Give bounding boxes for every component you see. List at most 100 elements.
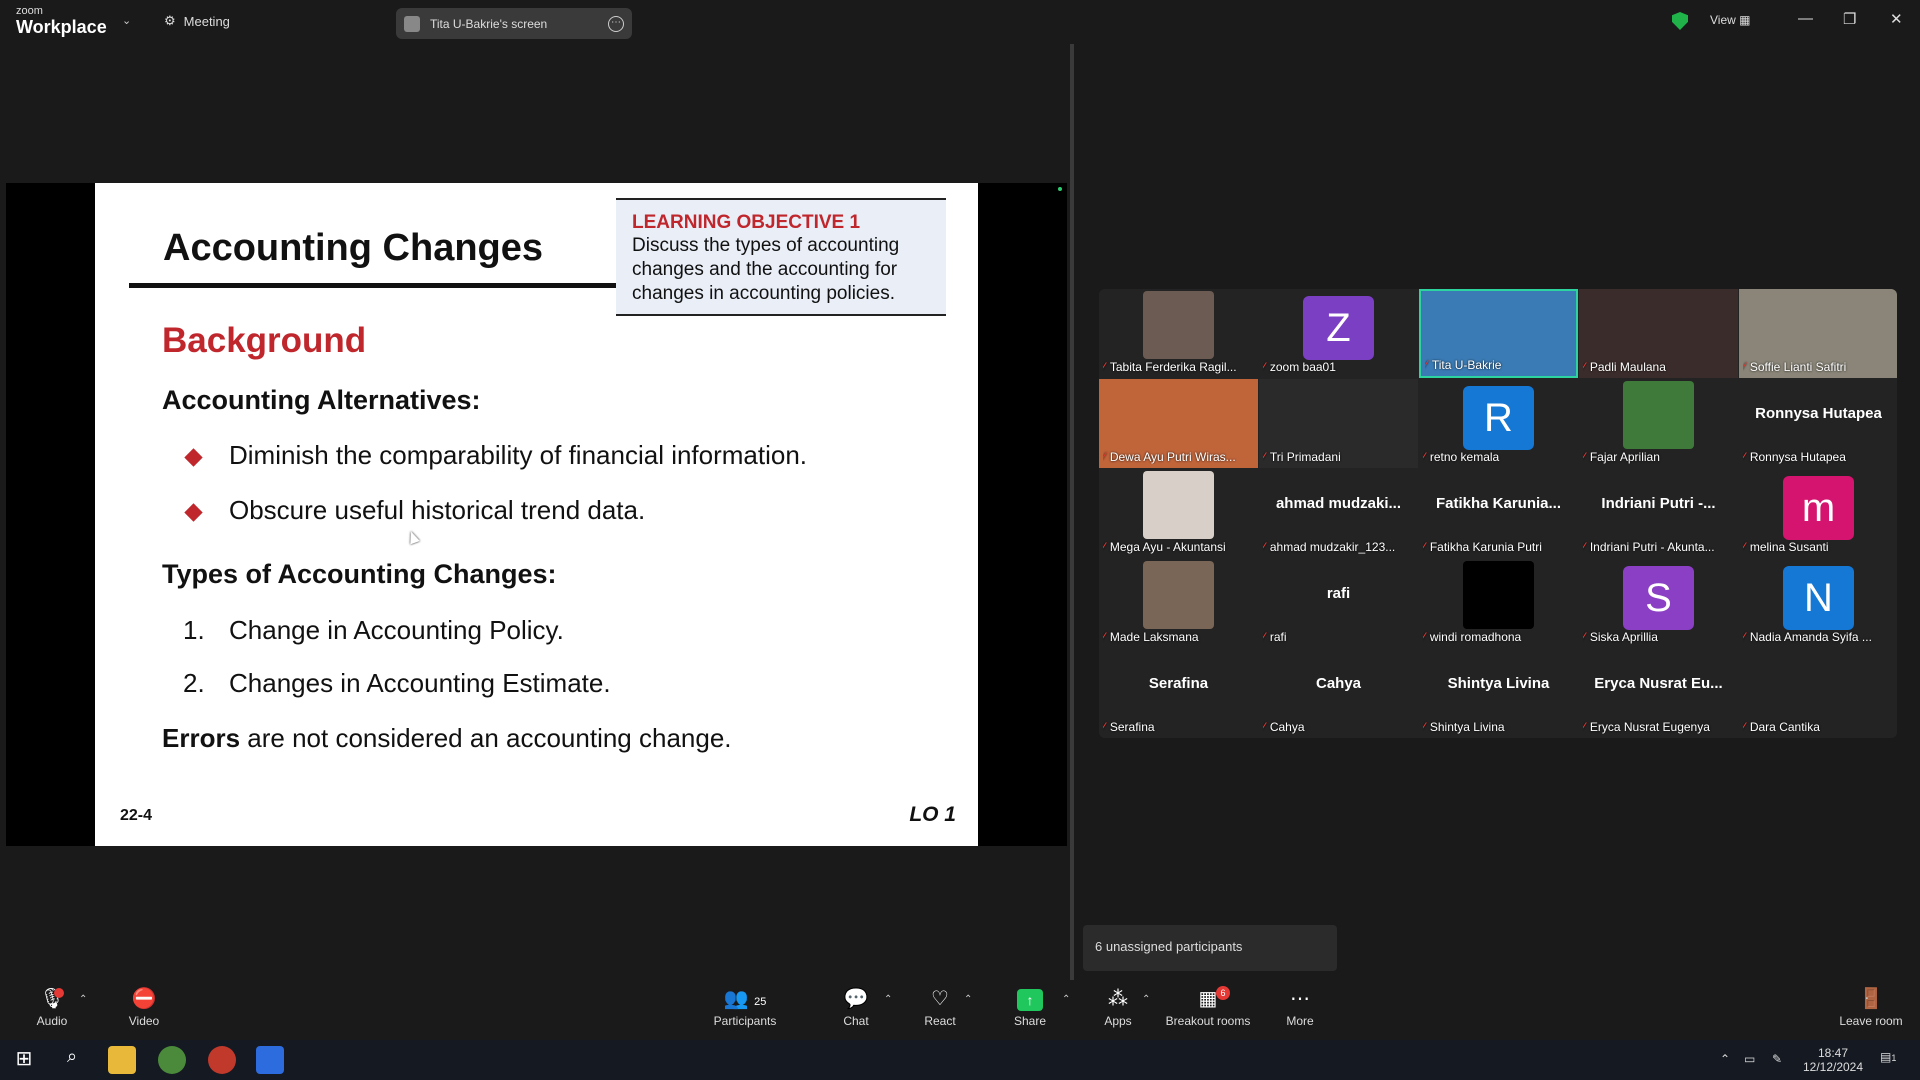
participant-tile[interactable]: m ⁄ melina Susanti bbox=[1739, 469, 1897, 558]
more-options-icon[interactable]: ⋯ bbox=[608, 15, 624, 32]
participant-name-row: ⁄ Fajar Aprilian bbox=[1583, 450, 1736, 464]
meeting-icon: ⚙ bbox=[164, 13, 176, 28]
participant-tile[interactable]: ⁄ Mega Ayu - Akuntansi bbox=[1099, 469, 1258, 558]
audio-button[interactable]: 🎙 Audio bbox=[32, 986, 72, 1028]
meeting-menu[interactable]: ⚙ Meeting bbox=[164, 13, 230, 29]
participant-avatar: R bbox=[1463, 386, 1534, 450]
participant-tile[interactable]: Cahya ⁄ Cahya bbox=[1259, 649, 1418, 738]
clock-time: 18:47 bbox=[1817, 1046, 1849, 1060]
encryption-shield-icon[interactable] bbox=[1672, 12, 1688, 30]
react-options-caret[interactable]: ⌃ bbox=[964, 994, 972, 1005]
windows-start-icon[interactable]: ⊞ bbox=[10, 1046, 38, 1074]
clock[interactable]: 18:47 12/12/2024 bbox=[1798, 1046, 1868, 1074]
microphone-muted-icon: 🎙 bbox=[39, 988, 65, 1010]
mic-muted-icon: ⁄ bbox=[1103, 631, 1105, 643]
mic-muted-icon: ⁄ bbox=[1423, 631, 1425, 643]
chat-button[interactable]: 💬 Chat bbox=[836, 986, 876, 1028]
windows-taskbar: ⊞ ⌕ ⌃ ▭ ✎ 18:47 12/12/2024 ▤1 bbox=[0, 1040, 1920, 1080]
leave-label: Leave room bbox=[1839, 1014, 1903, 1028]
participant-tile[interactable]: S ⁄ Siska Aprillia bbox=[1579, 559, 1738, 648]
participant-name: Dara Cantika bbox=[1749, 720, 1820, 734]
participant-tile[interactable]: R ⁄ retno kemala bbox=[1419, 379, 1578, 468]
participant-tile[interactable]: ⁄ Made Laksmana bbox=[1099, 559, 1258, 648]
participant-tile[interactable]: ⁄ Soffie Lianti Safitri bbox=[1739, 289, 1897, 378]
close-icon[interactable]: ✕ bbox=[1890, 10, 1903, 28]
view-button[interactable]: View ▦ bbox=[1710, 13, 1750, 27]
errors-rest: are not considered an accounting change. bbox=[240, 723, 732, 753]
participant-name-row: ⁄ Dewa Ayu Putri Wiras... bbox=[1103, 450, 1256, 464]
participant-tile[interactable]: ⁄ Tabita Ferderika Ragil... bbox=[1099, 289, 1258, 378]
bullet-item: Diminish the comparability of financial … bbox=[229, 440, 808, 470]
video-button[interactable]: ⛔ Video bbox=[124, 986, 164, 1028]
chevron-down-icon[interactable]: ⌄ bbox=[122, 14, 131, 27]
participant-tile[interactable]: ⁄ Padli Maulana bbox=[1579, 289, 1738, 378]
participant-tile[interactable]: ⁄ Fajar Aprilian bbox=[1579, 379, 1738, 468]
learning-objective-box: LEARNING OBJECTIVE 1 Discuss the types o… bbox=[616, 198, 946, 316]
share-label: Share bbox=[1013, 1014, 1047, 1028]
audio-options-caret[interactable]: ⌃ bbox=[79, 994, 87, 1005]
video-label: Video bbox=[128, 1014, 160, 1028]
react-button[interactable]: ♡ React bbox=[920, 986, 960, 1028]
notifications-icon[interactable]: ▤1 bbox=[1880, 1050, 1896, 1065]
zoom-taskbar-icon[interactable] bbox=[256, 1046, 284, 1074]
file-explorer-icon[interactable] bbox=[108, 1046, 136, 1074]
unassigned-participants-notice[interactable]: 6 unassigned participants bbox=[1083, 925, 1337, 971]
shared-screen-pill[interactable]: Tita U-Bakrie's screen ⋯ bbox=[396, 8, 632, 39]
mic-muted-icon: ⁄ bbox=[1425, 359, 1427, 371]
mic-muted-icon: ⁄ bbox=[1103, 721, 1105, 733]
restore-icon[interactable]: ❐ bbox=[1843, 10, 1856, 28]
breakout-label: Breakout rooms bbox=[1165, 1014, 1251, 1028]
participants-button[interactable]: 👥 25 Participants bbox=[710, 986, 780, 1028]
participant-tile[interactable]: ⁄ Dara Cantika bbox=[1739, 649, 1897, 738]
chrome-icon[interactable] bbox=[158, 1046, 186, 1074]
participant-name-row: ⁄ Serafina bbox=[1103, 720, 1256, 734]
mic-muted-icon: ⁄ bbox=[1263, 721, 1265, 733]
participant-tile[interactable]: ⁄ windi romadhona bbox=[1419, 559, 1578, 648]
lo-text: Discuss the types of accounting changes … bbox=[632, 235, 900, 304]
participant-name: rafi bbox=[1269, 630, 1287, 644]
participant-name-row: ⁄ Nadia Amanda Syifa ... bbox=[1743, 630, 1896, 644]
panel-divider[interactable] bbox=[1070, 44, 1074, 980]
participant-tile[interactable]: ⁄ Tita U-Bakrie bbox=[1419, 289, 1578, 378]
minimize-icon[interactable]: — bbox=[1798, 10, 1813, 27]
participant-tile[interactable]: ⁄ Tri Primadani bbox=[1259, 379, 1418, 468]
status-dot bbox=[1058, 187, 1062, 191]
pen-icon[interactable]: ✎ bbox=[1772, 1052, 1782, 1066]
participant-photo bbox=[1143, 291, 1214, 359]
participant-name: Tita U-Bakrie bbox=[1431, 358, 1502, 372]
participant-tile[interactable]: Fatikha Karunia... ⁄ Fatikha Karunia Putri bbox=[1419, 469, 1578, 558]
participant-tile[interactable]: rafi ⁄ rafi bbox=[1259, 559, 1418, 648]
apps-button[interactable]: ⁂ Apps bbox=[1098, 986, 1138, 1028]
list-item: Change in Accounting Policy. bbox=[229, 615, 564, 645]
leave-room-button[interactable]: 🚪 Leave room bbox=[1836, 986, 1906, 1028]
participant-tile[interactable]: Shintya Livina ⁄ Shintya Livina bbox=[1419, 649, 1578, 738]
share-button[interactable]: ↑ Share bbox=[1010, 986, 1050, 1028]
participant-tile[interactable]: ahmad mudzaki... ⁄ ahmad mudzakir_123... bbox=[1259, 469, 1418, 558]
more-button[interactable]: ⋯ More bbox=[1280, 986, 1320, 1028]
participant-name-row: ⁄ windi romadhona bbox=[1423, 630, 1576, 644]
participant-tile[interactable]: Serafina ⁄ Serafina bbox=[1099, 649, 1258, 738]
search-icon[interactable]: ⌕ bbox=[58, 1046, 86, 1074]
chrome-profile-icon[interactable] bbox=[208, 1046, 236, 1074]
participant-tile[interactable]: Indriani Putri -... ⁄ Indriani Putri - Aku… bbox=[1579, 469, 1738, 558]
share-options-caret[interactable]: ⌃ bbox=[1062, 994, 1070, 1005]
participant-tile[interactable]: Ronnysa Hutapea ⁄ Ronnysa Hutapea bbox=[1739, 379, 1897, 468]
participant-name: Eryca Nusrat Eugenya bbox=[1589, 720, 1710, 734]
list-item: Changes in Accounting Estimate. bbox=[229, 668, 611, 698]
tray-chevron-icon[interactable]: ⌃ bbox=[1720, 1052, 1730, 1066]
mic-muted-icon: ⁄ bbox=[1263, 361, 1265, 373]
bullet-diamond-icon bbox=[184, 503, 203, 522]
network-icon[interactable]: ▭ bbox=[1744, 1052, 1755, 1066]
chat-options-caret[interactable]: ⌃ bbox=[884, 994, 892, 1005]
participant-tile[interactable]: N ⁄ Nadia Amanda Syifa ... bbox=[1739, 559, 1897, 648]
participant-tile[interactable]: ⁄ Dewa Ayu Putri Wiras... bbox=[1099, 379, 1258, 468]
background-heading: Background bbox=[162, 321, 367, 360]
participant-name: Padli Maulana bbox=[1589, 360, 1666, 374]
participant-tile[interactable]: Z ⁄ zoom baa01 bbox=[1259, 289, 1418, 378]
apps-options-caret[interactable]: ⌃ bbox=[1142, 994, 1150, 1005]
participant-display-name: Eryca Nusrat Eu... bbox=[1594, 675, 1723, 692]
mic-muted-icon: ⁄ bbox=[1743, 631, 1745, 643]
brand-small: zoom bbox=[16, 5, 43, 17]
participant-tile[interactable]: Eryca Nusrat Eu... ⁄ Eryca Nusrat Eugenya bbox=[1579, 649, 1738, 738]
breakout-rooms-button[interactable]: ▦ Breakout rooms 6 bbox=[1163, 986, 1253, 1028]
